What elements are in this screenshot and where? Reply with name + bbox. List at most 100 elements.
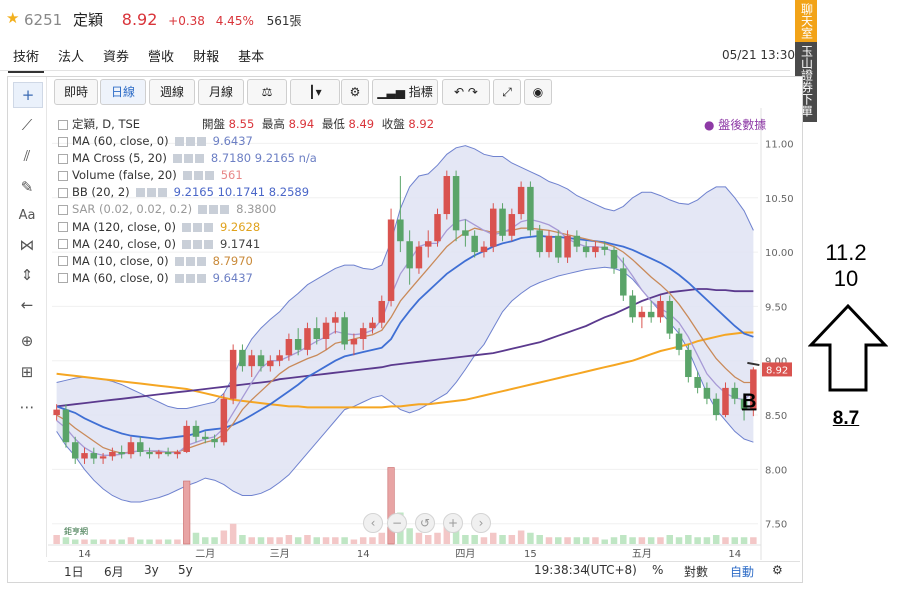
after-hours-link[interactable]: ● 盤後數據 <box>704 116 766 133</box>
range-6m[interactable]: 6月 <box>104 563 124 580</box>
legend-control-box[interactable] <box>174 273 184 283</box>
text-tool-icon[interactable]: Aa <box>13 204 41 228</box>
bottom-settings-icon[interactable]: ⚙ <box>772 563 783 577</box>
legend-controls-icon[interactable] <box>182 168 215 182</box>
tab-revenue[interactable]: 營收 <box>143 44 179 71</box>
legend-control-box[interactable] <box>203 222 213 232</box>
legend-control-box[interactable] <box>146 188 156 198</box>
legend-controls-icon[interactable] <box>174 254 207 268</box>
fullscreen-icon[interactable]: ⤢ <box>493 79 521 105</box>
legend-control-box[interactable] <box>196 137 206 147</box>
tab-financials[interactable]: 財報 <box>188 44 224 71</box>
legend-row[interactable]: MA Cross (5, 20) 8.7180 9.2165 n/a <box>58 150 317 167</box>
legend-control-box[interactable] <box>193 171 203 181</box>
legend-row[interactable]: MA (60, close, 0) 9.6437 <box>58 270 317 287</box>
auto-toggle[interactable]: 自動 <box>730 563 754 580</box>
zoom-out-icon[interactable]: − <box>387 513 407 533</box>
brush-icon[interactable]: ✎ <box>13 175 41 199</box>
tab-basic[interactable]: 基本 <box>233 44 269 71</box>
measure-icon[interactable]: ⇕ <box>13 263 41 287</box>
more-icon[interactable]: ⋯ <box>13 395 41 419</box>
zoom-in-icon[interactable]: + <box>443 513 463 533</box>
legend-control-box[interactable] <box>204 171 214 181</box>
favorite-star-icon[interactable]: ★ <box>6 9 19 27</box>
legend-control-box[interactable] <box>192 239 202 249</box>
legend-controls-icon[interactable] <box>181 220 214 234</box>
fib-icon[interactable]: ⫽ <box>13 144 41 168</box>
legend-row[interactable]: Volume (false, 20) 561 <box>58 167 317 184</box>
tab-margin[interactable]: 資券 <box>98 44 134 71</box>
legend-control-box[interactable] <box>220 205 230 215</box>
legend-controls-icon[interactable] <box>174 271 207 285</box>
pattern-icon[interactable]: ⋈ <box>13 233 41 257</box>
legend-row[interactable]: MA (10, close, 0) 8.7970 <box>58 253 317 270</box>
legend-toggle-icon[interactable] <box>58 256 68 267</box>
legend-toggle-icon[interactable] <box>58 170 68 181</box>
monthly-button[interactable]: 月線 <box>198 79 244 105</box>
legend-control-box[interactable] <box>185 256 195 266</box>
daily-button[interactable]: 日線 <box>100 79 146 105</box>
nav-left-icon[interactable]: ‹ <box>363 513 383 533</box>
back-arrow-icon[interactable]: ← <box>13 293 41 317</box>
legend-row[interactable]: MA (60, close, 0) 9.6437 <box>58 133 317 150</box>
tab-technical[interactable]: 技術 <box>8 44 45 73</box>
reset-icon[interactable]: ↺ <box>415 513 435 533</box>
chatroom-tab[interactable]: 聊天室 <box>795 0 817 43</box>
legend-control-box[interactable] <box>181 239 191 249</box>
legend-toggle-icon[interactable] <box>58 153 68 164</box>
trendline-icon[interactable]: ⟋ <box>13 113 41 137</box>
legend-control-box[interactable] <box>196 273 206 283</box>
ruler-icon[interactable]: ⊞ <box>13 360 41 384</box>
legend-control-box[interactable] <box>157 188 167 198</box>
log-toggle[interactable]: 對數 <box>684 563 708 580</box>
legend-control-box[interactable] <box>185 273 195 283</box>
legend-control-box[interactable] <box>181 222 191 232</box>
legend-toggle-icon[interactable] <box>58 204 68 215</box>
legend-control-box[interactable] <box>192 222 202 232</box>
range-5y[interactable]: 5y <box>178 563 193 577</box>
nav-right-icon[interactable]: › <box>471 513 491 533</box>
legend-control-box[interactable] <box>198 205 208 215</box>
legend-row[interactable]: MA (120, close, 0) 9.2628 <box>58 219 317 236</box>
range-3y[interactable]: 3y <box>144 563 159 577</box>
undo-redo-icon[interactable]: ↶ ↷ <box>442 79 490 105</box>
legend-toggle-icon[interactable] <box>58 136 68 147</box>
legend-control-box[interactable] <box>172 154 182 164</box>
legend-row[interactable]: SAR (0.02, 0.02, 0.2) 8.3800 <box>58 201 317 218</box>
percent-toggle[interactable]: % <box>652 563 663 577</box>
weekly-button[interactable]: 週線 <box>149 79 195 105</box>
legend-control-box[interactable] <box>196 256 206 266</box>
zoom-icon[interactable]: ⊕ <box>13 329 41 353</box>
tab-institutional[interactable]: 法人 <box>53 44 89 71</box>
legend-toggle-icon[interactable] <box>58 239 68 250</box>
legend-controls-icon[interactable] <box>181 237 214 251</box>
legend-control-box[interactable] <box>209 205 219 215</box>
legend-controls-icon[interactable] <box>135 185 168 199</box>
legend-toggle-icon[interactable] <box>58 222 68 233</box>
compare-icon[interactable]: ⚖ <box>247 79 287 105</box>
legend-control-box[interactable] <box>203 239 213 249</box>
indicators-button[interactable]: ▁▃▅ 指標 <box>372 79 438 105</box>
legend-row[interactable]: BB (20, 2) 9.2165 10.1741 8.2589 <box>58 184 317 201</box>
legend-controls-icon[interactable] <box>172 151 205 165</box>
candle-style-icon[interactable]: ┃▾ <box>290 79 340 105</box>
legend-controls-icon[interactable] <box>174 134 207 148</box>
legend-controls-icon[interactable] <box>197 202 230 216</box>
crosshair-icon[interactable]: + <box>13 82 43 108</box>
legend-toggle-icon[interactable] <box>58 119 68 130</box>
legend-control-box[interactable] <box>185 137 195 147</box>
legend-control-box[interactable] <box>182 171 192 181</box>
legend-control-box[interactable] <box>183 154 193 164</box>
legend-row[interactable]: MA (240, close, 0) 9.1741 <box>58 236 317 253</box>
legend-control-box[interactable] <box>174 137 184 147</box>
timezone[interactable]: (UTC+8) <box>586 563 637 577</box>
legend-control-box[interactable] <box>194 154 204 164</box>
legend-toggle-icon[interactable] <box>58 273 68 284</box>
settings-gear-icon[interactable]: ⚙ <box>341 79 369 105</box>
legend-toggle-icon[interactable] <box>58 187 68 198</box>
realtime-button[interactable]: 即時 <box>54 79 98 105</box>
legend-control-box[interactable] <box>174 256 184 266</box>
range-1d[interactable]: 1日 <box>64 563 84 580</box>
legend-control-box[interactable] <box>135 188 145 198</box>
camera-icon[interactable]: ◉ <box>524 79 552 105</box>
